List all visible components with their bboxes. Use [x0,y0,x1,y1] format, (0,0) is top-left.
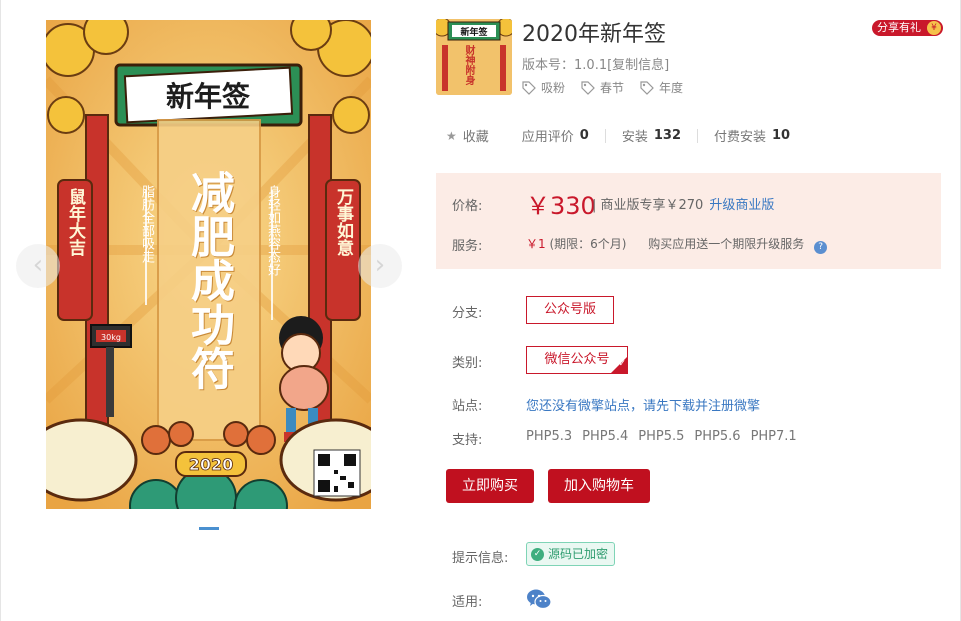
product-title: 2020年新年签 [522,22,666,47]
encrypted-source-text: 源码已加密 [548,547,609,561]
register-site-link[interactable]: 您还没有微擎站点，请先下载并注册微擎 [526,395,760,414]
paid-install-count: 10 [772,128,791,143]
share-reward-button[interactable]: 分享有礼 ¥ [872,20,943,36]
price-label: 价格: [452,199,483,214]
thumbnail-text: 财神附身 [463,45,474,85]
tag-icon [522,80,536,95]
poster-main-text: 减肥成功符 [183,170,234,390]
help-icon[interactable]: ? [814,241,828,254]
install-label: 安装 [621,130,648,145]
stats-divider [505,129,506,143]
add-to-cart-button[interactable]: 加入购物车 [548,469,650,503]
red-envelope-icon: ¥ [927,21,941,35]
buy-now-button[interactable]: 立即购买 [446,469,534,503]
tag-label: 春节 [600,81,625,95]
paid-install-label: 付费安装 [714,130,767,145]
poster-right-couplet: 万事如意 [333,188,353,256]
branch-label: 分支: [452,306,483,321]
tag-label: 吸粉 [541,81,566,95]
tag-item[interactable]: 年度 [640,79,683,96]
gallery-next-button[interactable]: › [358,244,402,288]
rating-label: 应用评价 [521,130,574,145]
version-label: 版本号： [522,58,575,73]
rating-count: 0 [579,128,589,143]
copy-info-link[interactable]: [复制信息] [607,58,669,73]
tip-label: 提示信息: [452,551,509,566]
chevron-left-icon: ‹ [32,250,44,280]
site-label: 站点: [452,399,483,414]
service-period: (期限：6个月) [549,237,627,251]
upgrade-business-link[interactable]: 升级商业版 [709,198,774,213]
service-gift-text: 购买应用送一个期限升级服务 [648,237,805,251]
php-version: PHP5.4 [582,429,629,444]
branch-option-button[interactable]: 公众号版 [526,296,614,324]
selected-check-icon: ✓ [611,357,627,373]
encrypted-source-badge: ✓ 源码已加密 [526,542,616,566]
wechat-icon [526,588,552,610]
paid-install-stat: 付费安装 10 [714,126,790,145]
install-stat: 安装 132 [622,126,681,145]
stats-bar: ★ 收藏 应用评价 0 安装 132 付费安装 10 [446,126,790,145]
gallery-indicator-active[interactable] [199,527,219,530]
poster-scale-text: 30kg [101,333,121,342]
stats-divider [697,128,698,143]
product-poster[interactable]: 新年签 鼠年大吉 万事如意 减肥成功符 脂肪全部吸走 身轻如燕容态好 30kg … [46,20,371,509]
thumbnail-banner: 新年签 [460,26,488,38]
tag-label: 年度 [659,81,684,95]
favorite-label: 收藏 [462,130,489,145]
tag-item[interactable]: 春节 [581,79,624,96]
thumbnail-illustration: 新年签 财神附身 [436,19,512,95]
rating-stat[interactable]: 应用评价 0 [522,126,589,145]
tag-list: 吸粉 春节 年度 [522,79,683,96]
tag-item[interactable]: 吸粉 [522,79,565,96]
share-label: 分享有礼 [877,21,921,34]
business-price-text: | 商业版专享￥270 [592,198,704,213]
product-thumbnail: 新年签 财神附身 [436,19,512,95]
poster-year: 2020 [189,455,234,474]
install-count: 132 [653,128,681,143]
check-circle-icon: ✓ [531,547,544,561]
stats-divider [604,128,606,143]
price-panel [436,173,941,269]
php-version: PHP5.6 [694,429,741,444]
category-label: 类别: [452,356,483,371]
business-price: | 商业版专享￥270 升级商业版 [592,194,774,213]
php-version: PHP5.3 [526,429,573,444]
star-icon: ★ [446,128,457,143]
chevron-right-icon: › [374,250,386,280]
service-label: 服务: [452,239,483,254]
service-info: ￥1 (期限：6个月) 购买应用送一个期限升级服务 ? [526,235,828,254]
poster-left-couplet: 鼠年大吉 [65,188,85,256]
php-version: PHP5.5 [638,429,685,444]
poster-sub-left: 脂肪全部吸走 [139,185,154,263]
gallery-prev-button[interactable]: ‹ [16,244,60,288]
poster-illustration: 新年签 鼠年大吉 万事如意 减肥成功符 脂肪全部吸走 身轻如燕容态好 30kg … [46,20,371,509]
version-number: 1.0.1 [574,58,608,73]
favorite-button[interactable]: ★ 收藏 [446,126,489,146]
category-option-label: 微信公众号 [544,352,610,367]
tag-icon [581,80,595,95]
tag-icon [640,80,654,95]
php-support-list: PHP5.3 PHP5.4 PHP5.5 PHP5.6 PHP7.1 [526,429,797,444]
category-option-button[interactable]: 微信公众号 ✓ [526,346,628,374]
apply-label: 适用: [452,595,483,610]
service-amount: ￥1 [526,237,546,251]
poster-banner-text: 新年签 [166,80,250,113]
support-label: 支持: [452,433,483,448]
php-version: PHP7.1 [750,429,797,444]
version-info: 版本号：1.0.1[复制信息] [522,54,669,73]
price-value: ￥330 [526,192,596,220]
poster-sub-right: 身轻如燕容态好 [265,185,280,276]
